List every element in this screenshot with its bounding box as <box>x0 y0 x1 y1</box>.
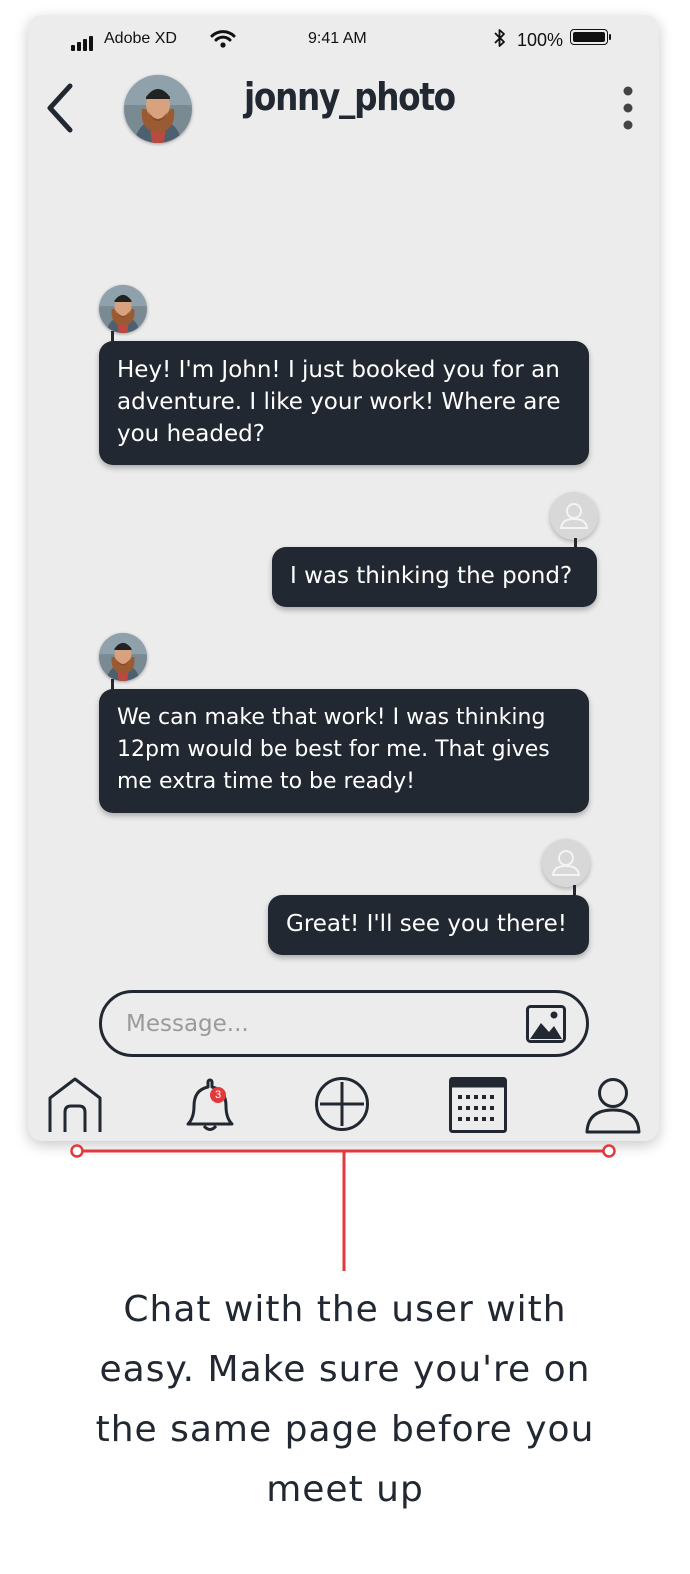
message-input[interactable] <box>124 1003 508 1045</box>
clock: 9:41 AM <box>308 30 367 47</box>
more-vertical-icon[interactable] <box>620 85 636 131</box>
my-avatar <box>542 839 590 887</box>
bluetooth-icon <box>494 29 505 47</box>
battery-percent: 100% <box>517 30 564 50</box>
message-bubble-received: Hey! I'm John! I just booked you for an … <box>99 341 589 465</box>
user-placeholder-icon <box>559 503 589 529</box>
add-circle-icon[interactable] <box>314 1076 370 1132</box>
calendar-icon[interactable] <box>449 1077 507 1133</box>
bottom-nav: 3 <box>28 1070 659 1141</box>
chevron-left-icon[interactable] <box>42 81 76 135</box>
home-icon[interactable] <box>47 1076 103 1134</box>
wifi-icon <box>210 30 236 48</box>
sender-avatar <box>99 633 147 681</box>
sender-avatar <box>99 285 147 333</box>
bell-icon <box>186 1078 234 1131</box>
avatar-photo <box>124 75 192 143</box>
message-composer <box>99 990 589 1057</box>
user-icon[interactable] <box>584 1076 642 1134</box>
my-avatar <box>550 492 598 540</box>
image-icon[interactable] <box>526 1005 566 1043</box>
message-bubble-received: We can make that work! I was thinking 12… <box>99 689 589 813</box>
signal-bars-icon <box>71 32 95 51</box>
carrier-label: Adobe XD <box>104 30 177 47</box>
chat-username: jonny_photo <box>244 75 456 119</box>
notification-badge: 3 <box>210 1087 226 1103</box>
message-bubble-sent: I was thinking the pond? <box>272 547 597 607</box>
annotation-caption: Chat with the user with easy. Make sure … <box>95 1289 595 1510</box>
message-bubble-sent: Great! I'll see you there! <box>268 895 589 955</box>
user-placeholder-icon <box>551 850 581 876</box>
battery-icon <box>570 29 611 47</box>
avatar[interactable] <box>124 75 192 143</box>
phone-screen: Adobe XD 9:41 AM 100% jonny_photo Hey! I… <box>28 15 659 1141</box>
annotation-connector <box>70 1144 616 1271</box>
notifications-button[interactable]: 3 <box>182 1076 238 1134</box>
